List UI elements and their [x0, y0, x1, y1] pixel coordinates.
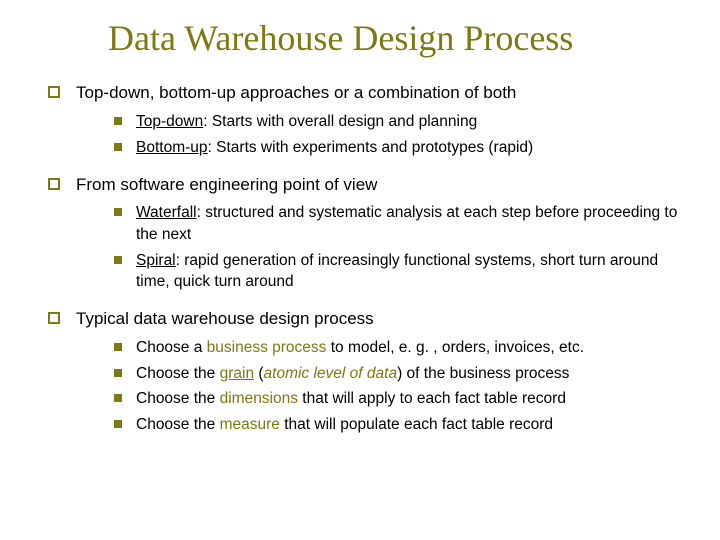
square-filled-icon [114, 394, 122, 402]
level2-text: Choose the grain (atomic level of data) … [136, 363, 690, 385]
txt: that will apply to each fact table recor… [298, 390, 566, 407]
level1-text: Typical data warehouse design process [76, 307, 690, 331]
square-outline-icon [48, 312, 60, 324]
txt: ) [397, 365, 406, 382]
square-filled-icon [114, 208, 122, 216]
level2-text: Choose the measure that will populate ea… [136, 414, 690, 436]
slide-content: Top-down, bottom-up approaches or a comb… [48, 81, 690, 435]
txt: Choose the [136, 416, 220, 433]
square-filled-icon [114, 256, 122, 264]
bullet-level2: Choose the dimensions that will apply to… [114, 388, 690, 410]
square-filled-icon [114, 369, 122, 377]
bullet-level1: From software engineering point of view [48, 173, 690, 197]
underlined-term: Waterfall [136, 204, 197, 221]
level2-list: Waterfall: structured and systematic ana… [114, 202, 690, 293]
underlined-term: Top-down [136, 113, 203, 130]
bullet-level2: Choose a business process to model, e. g… [114, 337, 690, 359]
sep: : [197, 204, 206, 221]
level2-text: Top-down: Starts with overall design and… [136, 111, 690, 133]
level1-text: Top-down, bottom-up approaches or a comb… [76, 81, 690, 105]
sep: : [208, 139, 217, 156]
txt: Choose a [136, 339, 207, 356]
desc: rapid generation of increasingly functio… [136, 252, 658, 291]
desc: Starts with overall design and planning [212, 113, 477, 130]
txt: to model, e. g. , orders, invoices, etc. [326, 339, 584, 356]
level2-text: Waterfall: structured and systematic ana… [136, 202, 690, 245]
level2-text: Spiral: rapid generation of increasingly… [136, 250, 690, 293]
keyword-italic: atomic level of data [264, 365, 398, 382]
square-filled-icon [114, 420, 122, 428]
keyword: measure [220, 416, 280, 433]
level2-text: Choose the dimensions that will apply to… [136, 388, 690, 410]
txt: Choose the [136, 390, 220, 407]
square-outline-icon [48, 178, 60, 190]
bullet-level2: Choose the grain (atomic level of data) … [114, 363, 690, 385]
txt: that will populate each fact table recor… [280, 416, 553, 433]
slide-title: Data Warehouse Design Process [108, 18, 690, 59]
level1-text: From software engineering point of view [76, 173, 690, 197]
square-outline-icon [48, 86, 60, 98]
bullet-level2: Spiral: rapid generation of increasingly… [114, 250, 690, 293]
level2-list: Top-down: Starts with overall design and… [114, 111, 690, 158]
txt: of the business process [407, 365, 570, 382]
keyword-underlined: grain [220, 365, 254, 382]
square-filled-icon [114, 343, 122, 351]
keyword: dimensions [220, 390, 298, 407]
square-filled-icon [114, 117, 122, 125]
level2-text: Bottom-up: Starts with experiments and p… [136, 137, 690, 159]
square-filled-icon [114, 143, 122, 151]
underlined-term: Bottom-up [136, 139, 208, 156]
desc: structured and systematic analysis at ea… [136, 204, 677, 243]
txt: Choose the [136, 365, 220, 382]
bullet-level2: Choose the measure that will populate ea… [114, 414, 690, 436]
bullet-level1: Typical data warehouse design process [48, 307, 690, 331]
underlined-term: Spiral [136, 252, 176, 269]
level2-text: Choose a business process to model, e. g… [136, 337, 690, 359]
bullet-level2: Waterfall: structured and systematic ana… [114, 202, 690, 245]
keyword: business process [207, 339, 327, 356]
sep: : [176, 252, 185, 269]
txt: ( [254, 365, 263, 382]
level2-list: Choose a business process to model, e. g… [114, 337, 690, 436]
sep: : [203, 113, 212, 130]
bullet-level2: Top-down: Starts with overall design and… [114, 111, 690, 133]
bullet-level1: Top-down, bottom-up approaches or a comb… [48, 81, 690, 105]
desc: Starts with experiments and prototypes (… [216, 139, 533, 156]
slide: Data Warehouse Design Process Top-down, … [0, 0, 720, 540]
bullet-level2: Bottom-up: Starts with experiments and p… [114, 137, 690, 159]
